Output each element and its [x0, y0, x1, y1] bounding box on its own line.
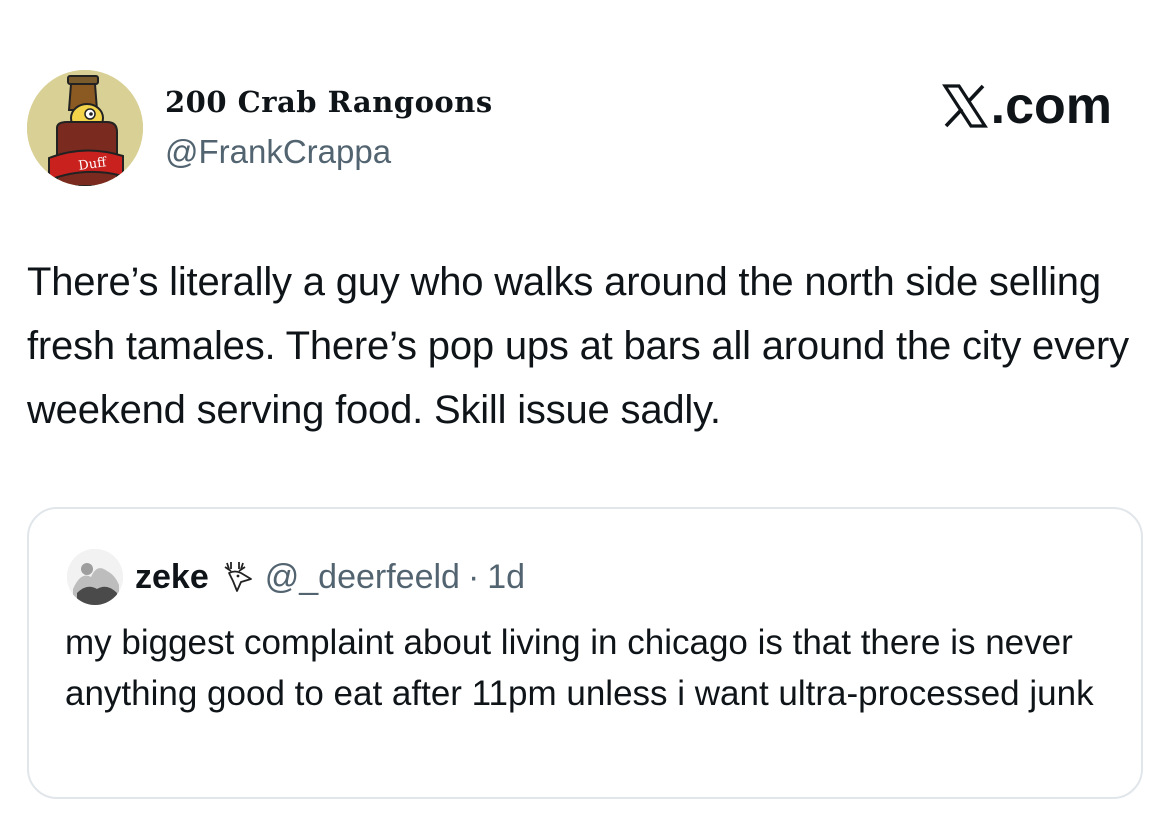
meta-separator: · [467, 558, 480, 596]
author-avatar[interactable]: Duff [27, 70, 143, 186]
quoted-author-name[interactable]: zeke [135, 553, 209, 601]
tweet-screenshot: Duff 200 Crab Rangoons @FrankCrappa .com… [0, 0, 1170, 828]
quoted-author-avatar[interactable] [67, 549, 123, 605]
quoted-tweet-header: zeke @_deerfeeld · 1d [135, 553, 525, 601]
author-handle[interactable]: @FrankCrappa [165, 132, 391, 172]
quoted-tweet-card[interactable]: zeke @_deerfeeld · 1d my biggest complai… [27, 507, 1143, 799]
tweet-text: There’s literally a guy who walks around… [27, 260, 1129, 432]
quoted-tweet-text: my biggest complaint about living in chi… [65, 623, 1094, 713]
duff-beer-bottle-avatar: Duff [27, 70, 143, 186]
deer-icon [224, 562, 252, 592]
brand-domain: .com [990, 77, 1112, 135]
quoted-avatar-image [67, 549, 123, 605]
quoted-author-handle[interactable]: @_deerfeeld [265, 553, 460, 601]
quoted-tweet-time[interactable]: 1d [487, 553, 525, 601]
author-display-name[interactable]: 200 Crab Rangoons [165, 82, 493, 122]
x-brand: .com [941, 76, 1112, 136]
x-logo-icon [941, 84, 988, 128]
